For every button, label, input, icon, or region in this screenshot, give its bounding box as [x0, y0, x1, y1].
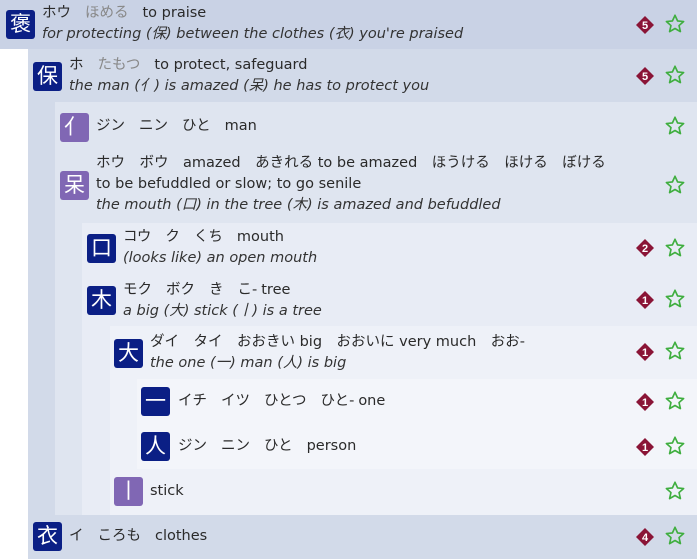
kanji-row-person: 人 ジン ニン ひと person 1 [0, 424, 697, 469]
favorite-star-icon[interactable] [664, 115, 686, 137]
meaning: mouth [236, 229, 284, 245]
kanji-row-one: 一 イチ イツ ひとつ ひと-one 1 [0, 379, 697, 424]
kanji-tile[interactable]: 丨 [114, 477, 143, 506]
svg-text:4: 4 [642, 532, 649, 544]
reading: ホ [69, 57, 84, 73]
meaning: to be befuddled or slow; to go senile [96, 176, 362, 192]
readings-line: ダイ タイ おおきい big おおいに very much おお- [150, 334, 526, 350]
kanji-row-protect: 保 ホたもつ to protect, safeguard the man (亻) … [0, 49, 697, 102]
kanji-row-man-radical: 亻 ジン ニン ひと man [0, 102, 697, 151]
reading: ほめる [85, 5, 129, 21]
kanji-tile[interactable]: 亻 [60, 113, 89, 142]
kanji-breakdown-tree: 褒 ホウ ほめる to praise for protecting (保) betw… [0, 0, 697, 559]
reading: ひと- [320, 393, 355, 409]
reading: ジン [96, 118, 125, 134]
kanji-row-stick: 丨 stick [0, 469, 697, 515]
favorite-star-icon[interactable] [664, 435, 686, 457]
reading: イツ [221, 393, 250, 409]
level-badge-1: 1 [635, 392, 655, 412]
svg-text:1: 1 [642, 442, 648, 454]
meaning: to protect, safeguard [154, 57, 308, 73]
reading: ク [165, 229, 180, 245]
meaning: tree [261, 282, 291, 298]
svg-text:1: 1 [642, 295, 648, 307]
reading: コウ [123, 229, 152, 245]
reading: ニン [139, 118, 168, 134]
kanji-tile[interactable]: 口 [87, 234, 116, 263]
reading: くち [193, 229, 223, 245]
favorite-star-icon[interactable] [664, 480, 686, 502]
mnemonic-description: a big (大) stick (丨) is a tree [123, 303, 322, 319]
reading: ニン [221, 438, 250, 454]
mnemonic-description: the man (亻) is amazed (呆) he has to prot… [69, 78, 430, 94]
favorite-star-icon[interactable] [664, 340, 686, 362]
kanji-tile[interactable]: 人 [141, 432, 170, 461]
kanji-tile[interactable]: 褒 [6, 10, 35, 39]
reading: ひとつ [264, 393, 307, 409]
level-badge-2: 2 [635, 238, 655, 258]
svg-text:1: 1 [642, 397, 648, 409]
kanji-tile[interactable]: 一 [141, 387, 170, 416]
reading: たもつ [97, 57, 141, 73]
kanji-tile[interactable]: 大 [114, 339, 143, 368]
mnemonic-description: (looks like) an open mouth [123, 250, 318, 266]
svg-text:1: 1 [642, 347, 648, 359]
reading: ころも [97, 528, 142, 544]
level-badge-5: 5 [635, 66, 655, 86]
favorite-star-icon[interactable] [664, 288, 686, 310]
reading: ジン [178, 438, 207, 454]
meaning: person [306, 438, 357, 454]
kanji-row-amazed: 呆 ホウ ボウ amazed あきれる to be amazed ほうける ほけ… [0, 151, 697, 223]
level-badge-1: 1 [635, 290, 655, 310]
reading: モク [123, 282, 152, 298]
mnemonic-description: the one (一) man (人) is big [150, 355, 347, 371]
meaning: man [224, 118, 257, 134]
reading: ホウ [42, 5, 71, 21]
kanji-tile[interactable]: 衣 [33, 522, 62, 551]
favorite-star-icon[interactable] [664, 174, 686, 196]
mnemonic-description: the mouth (口) in the tree (木) is amazed … [96, 197, 501, 213]
kanji-row-clothes: 衣 イころも clothes 4 [0, 515, 697, 559]
kanji-row-praise: 褒 ホウ ほめる to praise for protecting (保) betw… [0, 0, 697, 49]
reading: ひと [264, 438, 293, 454]
level-badge-1: 1 [635, 437, 655, 457]
svg-text:5: 5 [642, 20, 648, 32]
level-badge-4: 4 [635, 527, 655, 547]
mnemonic-description: for protecting (保) between the clothes (… [42, 26, 464, 42]
reading: ボク [166, 282, 195, 298]
reading: こ- [237, 282, 258, 298]
meaning: one [358, 393, 386, 409]
favorite-star-icon[interactable] [664, 390, 686, 412]
kanji-row-tree: 木 モク ボクきこ-tree a big (大) stick (丨) is a t… [0, 273, 697, 326]
favorite-star-icon[interactable] [664, 13, 686, 35]
readings-line: ホウ ボウ amazed あきれる to be amazed ほうける ほける … [96, 155, 606, 171]
reading: き [209, 282, 224, 298]
kanji-row-big: 大 ダイ タイ おおきい big おおいに very much おお- the … [0, 326, 697, 379]
kanji-tile[interactable]: 木 [87, 286, 116, 315]
level-badge-5: 5 [635, 15, 655, 35]
reading: イ [69, 528, 84, 544]
reading: イチ [178, 393, 207, 409]
kanji-row-mouth: 口 コウクくち mouth (looks like) an open mouth … [0, 223, 697, 273]
level-badge-1: 1 [635, 342, 655, 362]
svg-text:5: 5 [642, 71, 648, 83]
svg-text:2: 2 [642, 243, 648, 255]
kanji-tile[interactable]: 呆 [60, 171, 89, 200]
kanji-tile[interactable]: 保 [33, 62, 62, 91]
favorite-star-icon[interactable] [664, 525, 686, 547]
meaning: to praise [142, 5, 207, 21]
meaning: clothes [155, 528, 208, 544]
reading: ひと [182, 118, 211, 134]
favorite-star-icon[interactable] [664, 237, 686, 259]
meaning: stick [150, 483, 184, 499]
favorite-star-icon[interactable] [664, 64, 686, 86]
